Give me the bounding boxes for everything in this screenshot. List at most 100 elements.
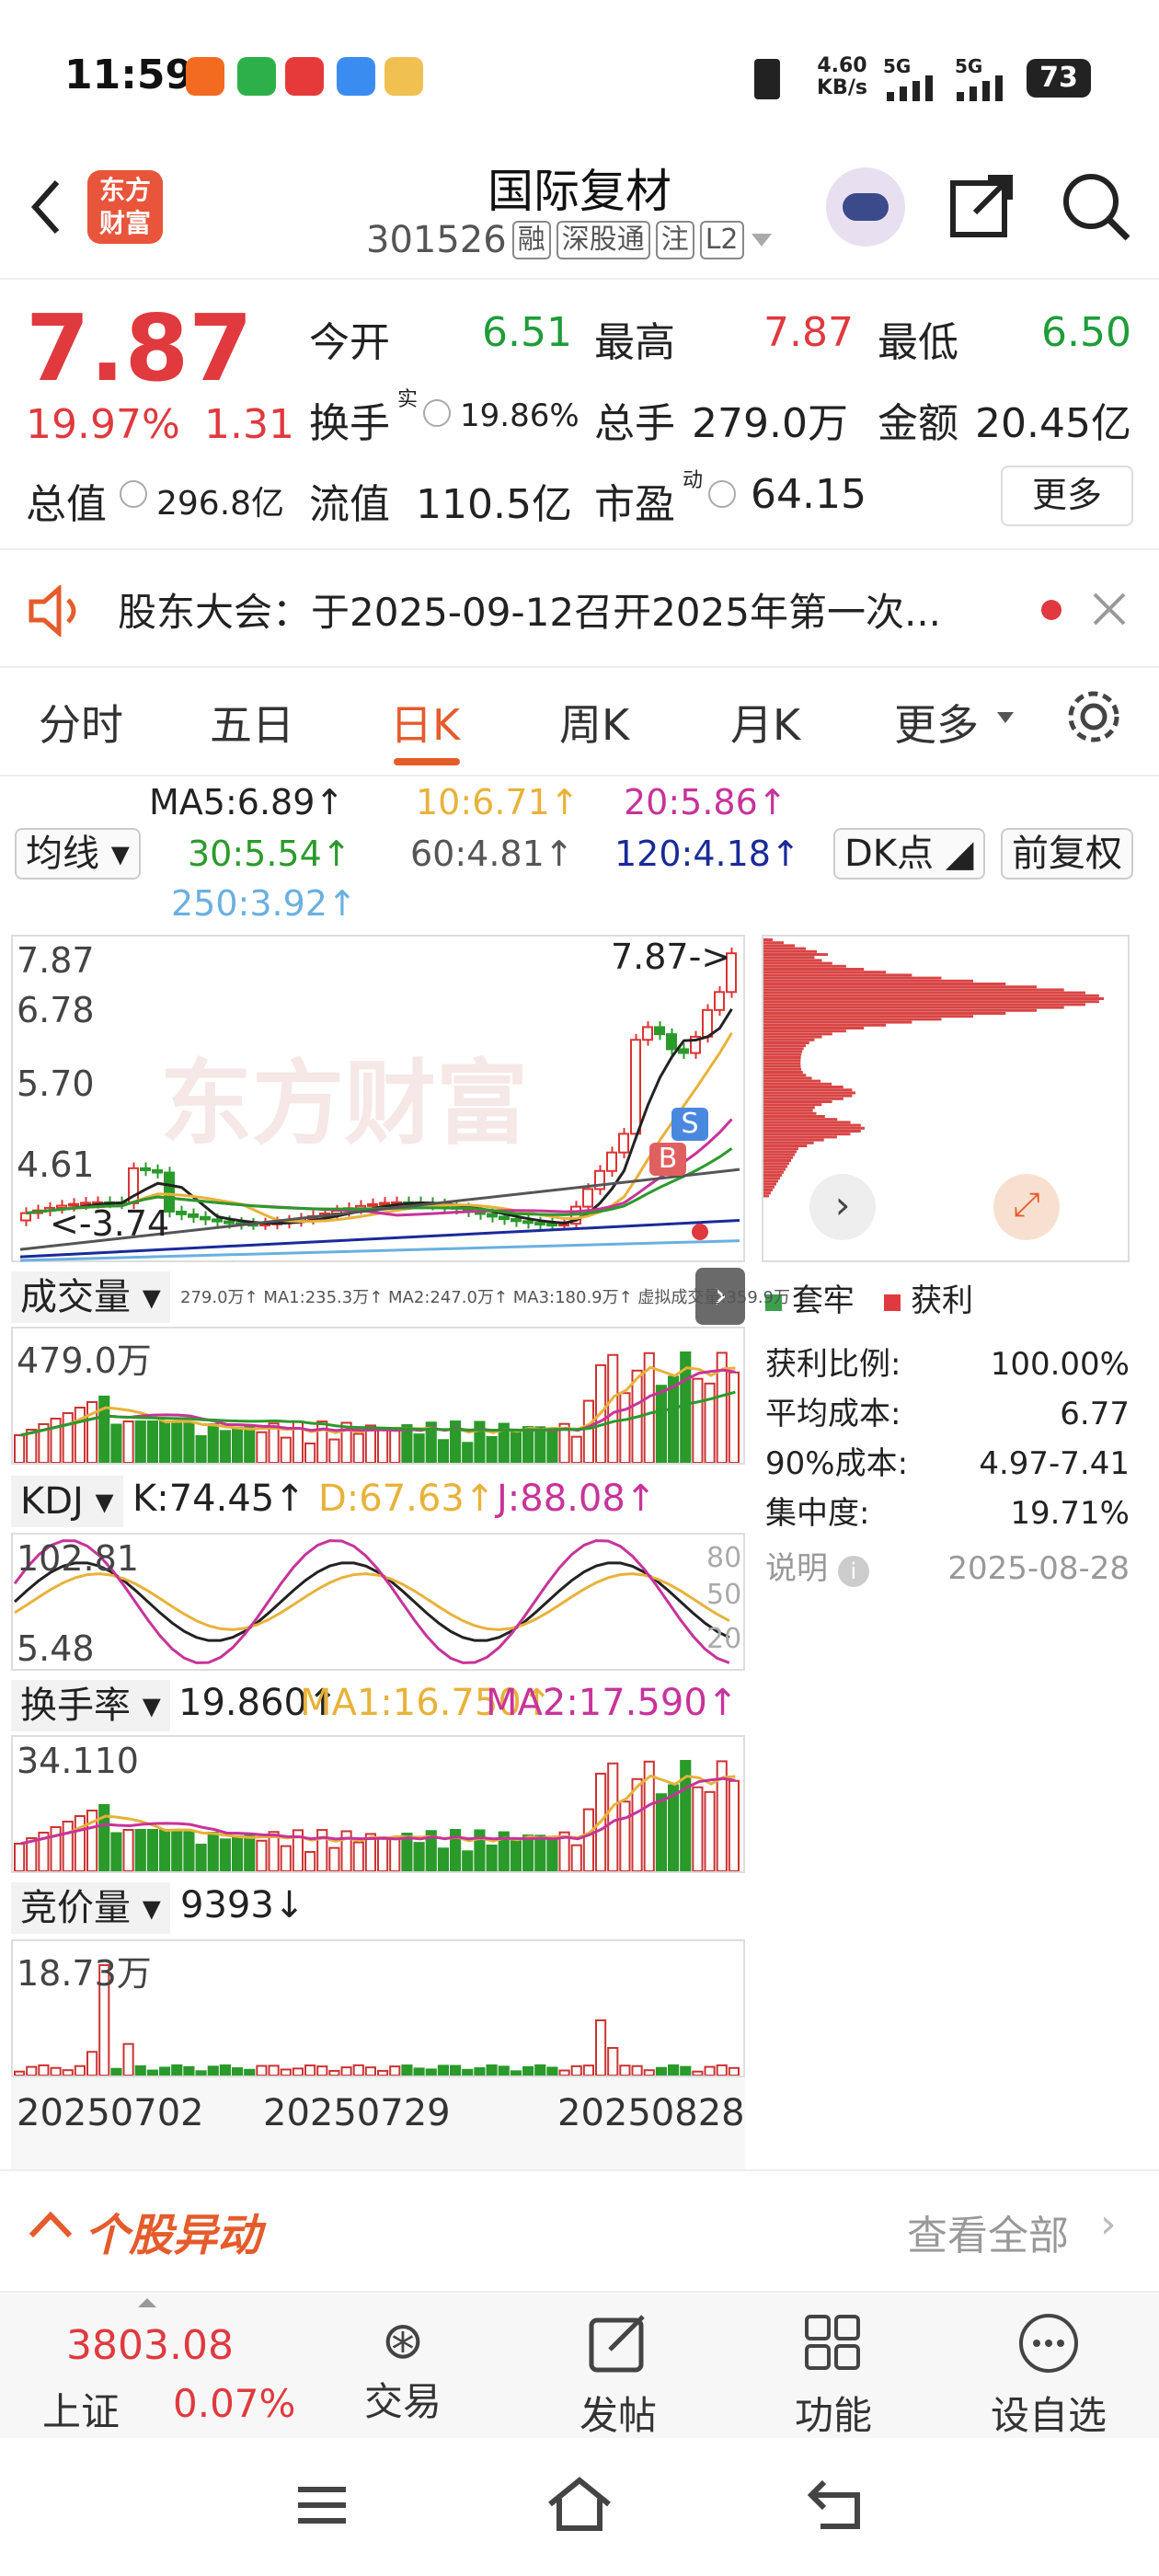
bar — [292, 2067, 304, 2077]
chip-bar — [763, 1088, 853, 1092]
chip-bar — [763, 1027, 865, 1029]
ma10-value: 10:6.71↑ — [416, 782, 580, 822]
bar — [244, 2068, 256, 2076]
adjust-button[interactable]: 前复权 — [1001, 828, 1133, 880]
home-icon[interactable] — [546, 2477, 613, 2532]
bar — [413, 2067, 425, 2076]
date-label: 20250828 — [557, 2092, 745, 2134]
bar — [716, 2064, 728, 2076]
edit-icon — [589, 2315, 645, 2373]
tag-registered: 注 — [655, 221, 694, 259]
turnover-dropdown[interactable]: 换手率 ▾ — [11, 1680, 170, 1731]
turnover-chart[interactable]: 34.110 — [11, 1735, 745, 1873]
post-button[interactable]: 发帖 — [535, 2311, 701, 2441]
assistant-avatar[interactable] — [826, 167, 905, 247]
bar — [110, 1423, 122, 1464]
chip-bar — [763, 1159, 791, 1162]
stock-movement-bar[interactable]: 个股异动 查看全部 › — [0, 2169, 1159, 2280]
stock-code-row[interactable]: 301526 融 深股通 注 L2 — [366, 219, 774, 261]
sell-signal-s[interactable]: S — [671, 1108, 708, 1141]
chip-bar — [763, 1115, 825, 1118]
bar — [643, 2069, 655, 2077]
bar — [207, 1832, 219, 1872]
candle — [487, 1213, 498, 1218]
menu-icon[interactable] — [294, 2482, 350, 2528]
info-icon[interactable] — [423, 399, 451, 427]
expand-index-icon[interactable] — [138, 2298, 156, 2307]
trade-button[interactable]: ⊛ 交易 — [320, 2311, 486, 2427]
next-icon[interactable]: › — [809, 1174, 876, 1240]
volume-dropdown[interactable]: 成交量 ▾ — [11, 1271, 170, 1323]
gear-icon[interactable] — [1063, 686, 1124, 747]
tab-daily-k[interactable]: 日K — [390, 692, 460, 753]
bar — [316, 2065, 328, 2077]
ma-dropdown[interactable]: 均线 ▾ — [15, 828, 141, 880]
bar — [26, 2065, 38, 2076]
bar — [328, 2069, 340, 2077]
candle — [534, 1222, 545, 1226]
bar — [486, 2064, 498, 2076]
close-icon[interactable] — [1091, 591, 1128, 627]
kdj-dropdown[interactable]: KDJ ▾ — [11, 1476, 123, 1527]
chip-bar — [763, 1141, 814, 1144]
bar — [86, 2051, 98, 2076]
chip-legend: 套牢 获利 — [765, 1275, 973, 1320]
tab-intraday[interactable]: 分时 — [39, 692, 123, 753]
grid-icon — [805, 2315, 860, 2370]
search-icon[interactable] — [1060, 170, 1133, 244]
bar — [462, 2068, 474, 2077]
index-value[interactable]: 3803.08 — [66, 2322, 234, 2369]
bar — [14, 1433, 26, 1465]
chevron-down-icon — [751, 234, 772, 247]
info-icon[interactable] — [120, 480, 147, 508]
chip-bar — [763, 938, 773, 941]
candle — [152, 1168, 163, 1174]
auction-chart[interactable]: 18.73万 — [11, 1939, 745, 2077]
candle — [511, 1218, 522, 1223]
bar — [728, 1371, 740, 1464]
add-watchlist-button[interactable]: 设自选 — [966, 2311, 1131, 2441]
buy-signal-b[interactable]: B — [649, 1143, 686, 1176]
bar — [389, 1428, 401, 1464]
kline-chart[interactable]: 东方财富 7.87 6.78 5.70 4.61 <-3.74 7.87-> S… — [11, 935, 745, 1262]
candle — [188, 1213, 199, 1218]
tab-weekly-k[interactable]: 周K — [559, 692, 629, 753]
ma120-value: 120:4.18↑ — [614, 834, 800, 874]
bar — [195, 2070, 207, 2076]
kdj-chart[interactable]: 102.81 5.48 80 50 20 — [11, 1533, 745, 1671]
bar — [631, 1777, 643, 1872]
bar — [655, 2066, 667, 2077]
bar — [486, 1435, 498, 1464]
period-tabs: 分时 五日 日K 周K 月K 更多 — [0, 664, 1159, 775]
float-value: 110.5亿 — [416, 481, 572, 528]
expand-icon[interactable]: ⤢ — [993, 1174, 1060, 1240]
more-button[interactable]: 更多 — [1001, 466, 1133, 526]
tab-more[interactable]: 更多 — [894, 692, 979, 753]
chip-chart[interactable]: › ⤢ — [762, 935, 1130, 1262]
notice-bar[interactable]: 股东大会：于2025-09-12召开2025年第一次... — [0, 548, 1159, 668]
chip-bar — [763, 1150, 797, 1154]
ma20-value: 20:5.86↑ — [624, 782, 787, 822]
chip-bar — [763, 1191, 771, 1195]
view-all-link[interactable]: 查看全部 — [907, 2202, 1069, 2261]
function-button[interactable]: 功能 — [751, 2311, 916, 2441]
share-icon[interactable] — [947, 170, 1017, 240]
bar — [413, 1433, 425, 1464]
bar — [232, 1834, 244, 1872]
open-label: 今开 — [309, 319, 390, 366]
auction-dropdown[interactable]: 竞价量 ▾ — [11, 1882, 170, 1934]
info-icon[interactable] — [708, 480, 736, 508]
back-nav-icon[interactable] — [808, 2478, 868, 2530]
chip-bar — [763, 1047, 804, 1051]
bar — [364, 2066, 377, 2077]
tab-5day[interactable]: 五日 — [210, 692, 294, 753]
bar — [183, 1829, 195, 1872]
tab-monthly-k[interactable]: 月K — [730, 692, 800, 753]
bar — [171, 1420, 183, 1464]
chip-bar — [763, 1165, 787, 1168]
bar — [668, 2064, 680, 2076]
candle — [546, 1223, 557, 1227]
chip-bar — [763, 1106, 815, 1110]
volume-chart[interactable]: 479.0万 — [11, 1327, 745, 1465]
dk-button[interactable]: DK点 ◢ — [833, 828, 985, 880]
